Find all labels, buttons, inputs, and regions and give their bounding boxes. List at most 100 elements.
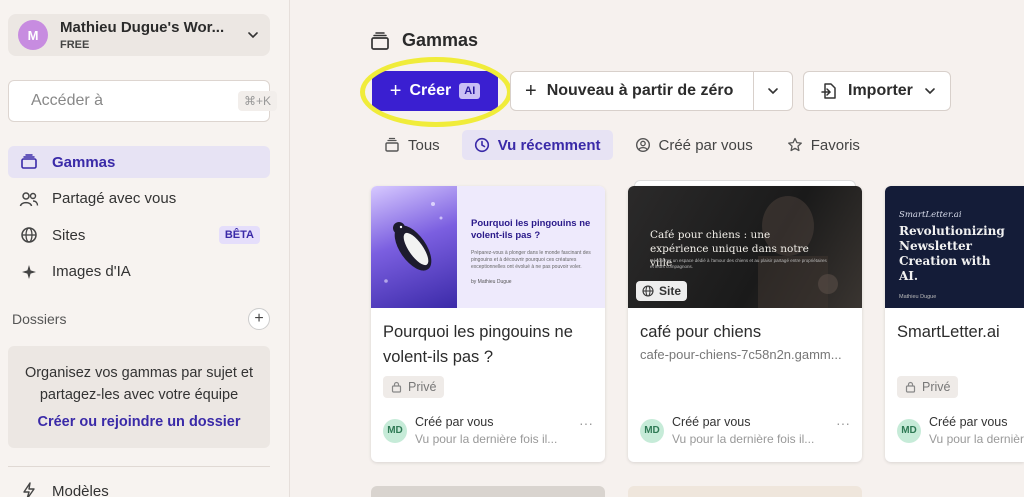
workspace-plan: FREE — [60, 39, 90, 51]
sidebar-item-label: Gammas — [52, 153, 116, 171]
import-icon — [821, 83, 836, 99]
chevron-down-icon — [248, 32, 258, 39]
private-badge: Privé — [897, 376, 959, 398]
last-seen: Vu pour la dernière fois il... — [415, 432, 558, 446]
tab-label: Tous — [408, 136, 440, 154]
more-options-icon[interactable]: ··· — [836, 415, 850, 431]
filter-tabs: Tous Vu récemment Créé par vous Favoris — [376, 130, 882, 160]
import-button[interactable]: Importer — [803, 71, 951, 111]
thumbnail-heading: Revolutionizing Newsletter Creation with… — [899, 224, 1005, 283]
star-icon — [787, 137, 803, 153]
chevron-down-icon — [925, 88, 935, 95]
card-thumbnail: Pourquoi les pingouins ne volent-ils pas… — [371, 186, 605, 308]
new-from-scratch-button[interactable]: + Nouveau à partir de zéro — [510, 71, 754, 111]
plus-icon: + — [389, 79, 402, 102]
created-by: Créé par vous — [415, 415, 494, 429]
card-meta: Créé par vous Vu pour la dernière fois i… — [672, 415, 836, 446]
created-by: Créé par vous — [672, 415, 751, 429]
avatar: MD — [897, 418, 921, 443]
search-box[interactable]: ⌘+K — [8, 80, 278, 122]
card-thumbnail: Café pour chiens : une expérience unique… — [628, 186, 862, 308]
more-options-icon[interactable]: ··· — [579, 415, 593, 431]
sparkle-icon — [18, 263, 40, 281]
users-icon — [18, 190, 40, 208]
new-from-scratch-label: Nouveau à partir de zéro — [546, 82, 734, 99]
sidebar-item-gammas[interactable]: Gammas — [8, 146, 270, 178]
folders-title: Dossiers — [12, 311, 67, 327]
card-footer: MD Créé par vous Vu pour la dernière foi… — [383, 415, 593, 446]
bolt-icon — [18, 482, 40, 497]
lock-icon — [905, 381, 916, 393]
globe-icon — [18, 226, 40, 244]
create-folder-link[interactable]: Créer ou rejoindre un dossier — [8, 414, 270, 430]
private-badge: Privé — [383, 376, 445, 398]
avatar: MD — [383, 418, 407, 443]
stack-icon — [18, 153, 40, 171]
penguin-image — [371, 186, 457, 308]
card-thumbnail: SmartLetter.ai Revolutionizing Newslette… — [885, 186, 1024, 308]
last-seen: Vu pour la dernière fois il... — [672, 432, 815, 446]
gamma-card[interactable]: SmartLetter.ai Revolutionizing Newslette… — [885, 186, 1024, 462]
create-label: Créer — [409, 82, 452, 99]
tab-label: Favoris — [810, 136, 860, 154]
ai-badge: AI — [459, 83, 481, 99]
sidebar-item-label: Sites — [52, 226, 86, 244]
clock-icon — [474, 137, 490, 153]
tab-label: Créé par vous — [658, 136, 753, 154]
card-preview-next-row — [371, 486, 605, 497]
import-label: Importer — [848, 82, 913, 99]
globe-icon — [642, 285, 654, 297]
card-title: café pour chiens — [640, 323, 762, 341]
folders-message: Organisez vos gammas par sujet et partag… — [24, 365, 254, 403]
stack-icon — [371, 31, 389, 50]
tab-all[interactable]: Tous — [376, 130, 452, 160]
workspace-name: Mathieu Dugue's Wor... — [60, 19, 225, 36]
last-seen: Vu pour la dernière fois il... — [929, 432, 1024, 446]
thumbnail-author: Mathieu Dugue — [899, 294, 937, 300]
penguin-icon — [384, 202, 443, 283]
folders-empty-state: Organisez vos gammas par sujet et partag… — [8, 346, 270, 448]
gamma-card[interactable]: Pourquoi les pingouins ne volent-ils pas… — [371, 186, 605, 462]
card-footer: MD Créé par vous Vu pour la dernière foi… — [640, 415, 850, 446]
sidebar-item-label: Partagé avec vous — [52, 190, 177, 207]
workspace-text: Mathieu Dugue's Wor... FREE — [60, 19, 246, 51]
folders-header: Dossiers + — [12, 308, 270, 330]
sidebar-divider — [8, 466, 270, 467]
thumbnail-heading: Pourquoi les pingouins ne volent-ils pas… — [471, 218, 591, 241]
chevron-down-icon — [768, 88, 778, 95]
sidebar-item-sites[interactable]: Sites BÊTA — [8, 219, 270, 251]
private-label: Privé — [408, 380, 437, 394]
search-input[interactable] — [31, 92, 238, 110]
site-badge: Site — [636, 281, 688, 301]
create-ai-button[interactable]: + Créer AI — [372, 71, 498, 111]
tab-label: Vu récemment — [497, 136, 601, 154]
avatar: MD — [640, 418, 664, 443]
workspace-switcher[interactable]: M Mathieu Dugue's Wor... FREE — [8, 14, 270, 56]
sidebar-item-ai-images[interactable]: Images d'IA — [8, 256, 270, 288]
sidebar-item-models[interactable]: Modèles — [18, 482, 109, 497]
tab-created-by-you[interactable]: Créé par vous — [623, 130, 765, 160]
gamma-card[interactable]: Café pour chiens : une expérience unique… — [628, 186, 862, 462]
card-url: cafe-pour-chiens-7c58n2n.gamm... — [640, 347, 842, 362]
thumbnail-text: Pourquoi les pingouins ne volent-ils pas… — [457, 186, 605, 308]
page-title-text: Gammas — [402, 30, 479, 50]
sidebar: M Mathieu Dugue's Wor... FREE ⌘+K Gammas… — [0, 0, 290, 497]
thumbnail-brand: SmartLetter.ai — [899, 210, 962, 220]
card-title: Pourquoi les pingouins ne volent-ils pas… — [383, 323, 573, 366]
thumbnail-paragraph: Découvrez un espace dédié à l'amour des … — [650, 258, 827, 269]
user-circle-icon — [635, 137, 651, 153]
sidebar-item-label: Images d'IA — [52, 263, 131, 280]
sidebar-item-label: Modèles — [52, 482, 109, 497]
thumbnail-author: by Mathieu Dugue — [471, 279, 512, 285]
tab-favorites[interactable]: Favoris — [775, 130, 872, 160]
site-label: Site — [659, 284, 682, 298]
page-title: Gammas — [370, 30, 478, 51]
thumbnail-paragraph: Préparez-vous à plonger dans le monde fa… — [471, 250, 591, 270]
sidebar-item-shared[interactable]: Partagé avec vous — [8, 183, 270, 215]
search-shortcut: ⌘+K — [238, 91, 278, 111]
card-meta: Créé par vous Vu pour la dernière fois i… — [929, 415, 1024, 446]
tab-recent[interactable]: Vu récemment — [461, 130, 613, 160]
add-folder-button[interactable]: + — [248, 308, 270, 330]
new-options-dropdown[interactable] — [753, 71, 793, 111]
card-meta: Créé par vous Vu pour la dernière fois i… — [415, 415, 579, 446]
